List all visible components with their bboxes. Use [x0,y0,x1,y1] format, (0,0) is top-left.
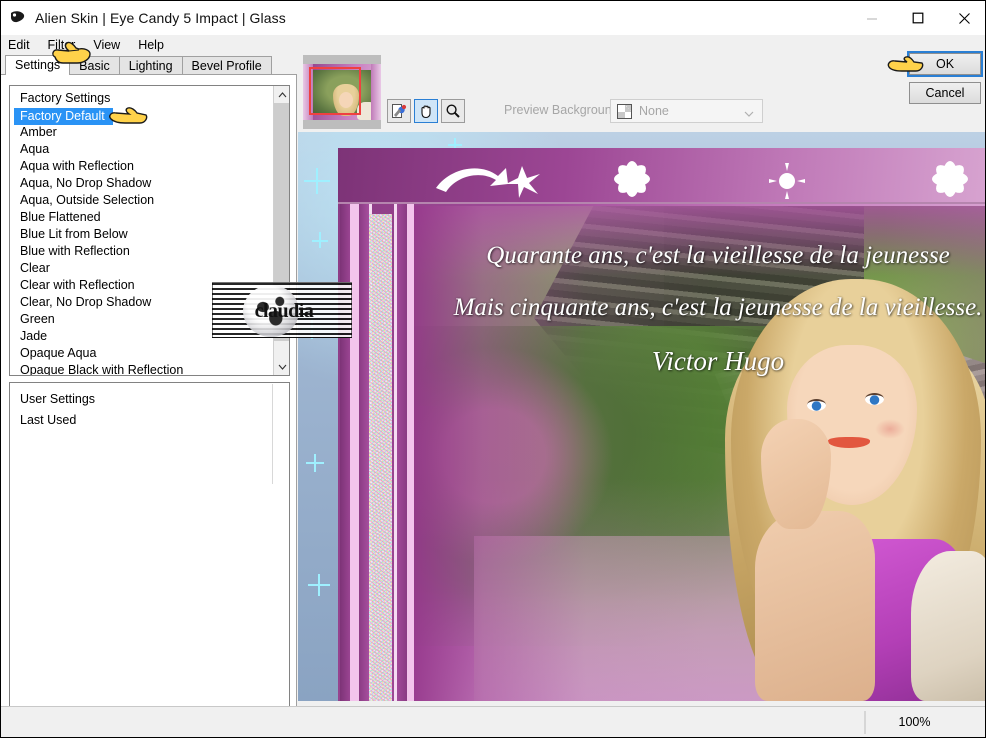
preset-item-aqua-outside-selection[interactable]: Aqua, Outside Selection [14,192,274,209]
tab-settings[interactable]: Settings [5,55,71,75]
preview-background-label: Preview Background: [504,103,623,117]
menu-item-help[interactable]: Help [138,37,173,53]
watermark-text: claudia [254,300,314,322]
status-bar: 100% [1,706,985,737]
factory-settings-group-label: Factory Settings [20,91,111,105]
photo-scene [414,206,985,701]
confetti-glass-strip [369,214,392,701]
menu-item-filter[interactable]: Filter [48,37,85,53]
sun-ornament-icon [756,161,818,206]
glass-bar [340,204,350,701]
girl-arm [755,511,875,701]
color-picker-tool-button[interactable] [387,99,411,123]
cancel-button[interactable]: Cancel [909,82,981,104]
window-title: Alien Skin | Eye Candy 5 Impact | Glass [35,10,286,26]
tab-bevel-profile[interactable]: Bevel Profile [181,56,272,75]
eye-candy-dialog: Alien Skin | Eye Candy 5 Impact | Glass … [0,0,986,738]
minimize-button[interactable] [849,1,895,35]
user-settings-listbox[interactable]: User Settings Last Used [9,382,290,737]
maximize-button[interactable] [895,1,941,35]
glass-bar [407,204,414,701]
navigator-thumbnail[interactable] [303,55,381,129]
flower-ornament-icon [590,154,674,209]
tab-lighting[interactable]: Lighting [118,56,183,75]
sparkle-icon [319,232,321,248]
preset-item-aqua-with-reflection[interactable]: Aqua with Reflection [14,158,274,175]
girl-hand [761,419,831,529]
checkerboard-transparent-swatch [617,103,632,119]
glass-bar [359,204,369,701]
sparkle-icon [318,574,320,596]
preset-item-aqua-no-drop-shadow[interactable]: Aqua, No Drop Shadow [14,175,274,192]
title-bar: Alien Skin | Eye Candy 5 Impact | Glass [1,1,985,35]
user-list-divider [272,384,273,484]
preset-item-clear[interactable]: Clear [14,260,274,277]
menu-item-view[interactable]: View [93,37,129,53]
flower-ornament-icon [908,154,985,209]
preset-item-opaque-black-with-reflection[interactable]: Opaque Black with Reflection [14,362,274,375]
scroll-down-icon[interactable] [274,358,289,375]
preview-toolbar: Preview Background: None [297,55,985,131]
menu-bar: Edit Filter View Help [1,35,985,55]
preset-item-factory-default[interactable]: Factory Default [14,108,113,125]
tab-strip: Settings Basic Lighting Bevel Profile [1,55,297,75]
alien-skin-icon [9,9,27,27]
user-settings-list: User Settings Last Used [10,383,272,431]
navigator-crop-box[interactable] [309,67,361,115]
preset-item-aqua[interactable]: Aqua [14,141,274,158]
scroll-up-icon[interactable] [274,86,289,103]
preview-tool-buttons [387,99,465,123]
zoom-level-indicator: 100% [865,710,963,734]
chevron-down-icon[interactable] [744,106,754,117]
preview-canvas[interactable]: Quarante ans, c'est la vieillesse de la … [298,132,985,701]
tab-basic[interactable]: Basic [69,56,120,75]
user-settings-group-label: User Settings [20,392,96,406]
glass-bar [397,204,407,701]
ok-button[interactable]: OK [907,51,983,77]
preview-artwork: Quarante ans, c'est la vieillesse de la … [338,148,985,701]
hand-tool-button[interactable] [414,99,438,123]
preset-item-amber[interactable]: Amber [14,124,274,141]
settings-panel: Factory Settings Factory Default Amber A… [1,74,297,737]
close-button[interactable] [941,1,985,35]
dialog-buttons: OK Cancel [907,51,983,104]
user-preset-item-last-used[interactable]: Last Used [14,410,272,431]
preset-item-blue-lit-from-below[interactable]: Blue Lit from Below [14,226,274,243]
arrow-star-ornament-icon [434,160,554,205]
zoom-tool-button[interactable] [441,99,465,123]
girl-illustration [725,271,985,701]
preset-item-blue-with-reflection[interactable]: Blue with Reflection [14,243,274,260]
preview-background-value: None [639,104,669,118]
claudia-watermark: claudia [212,282,352,338]
sparkle-icon [316,168,318,194]
girl-cheek [875,419,905,439]
window-controls [849,1,985,35]
preset-item-opaque-aqua[interactable]: Opaque Aqua [14,345,274,362]
dog-illustration [911,551,985,701]
girl-eye-left [807,399,826,411]
preset-item-blue-flattened[interactable]: Blue Flattened [14,209,274,226]
sparkle-icon [314,454,316,472]
status-message-area [1,710,865,734]
preview-background-dropdown[interactable]: None [610,99,763,123]
glass-bar [350,204,359,701]
menu-item-edit[interactable]: Edit [8,37,39,53]
girl-eye-right [865,393,884,405]
